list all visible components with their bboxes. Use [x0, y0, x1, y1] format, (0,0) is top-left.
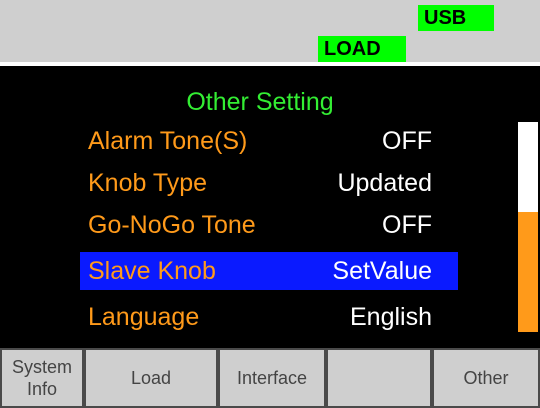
menu-item-label: Go-NoGo Tone [88, 211, 256, 239]
softkey-system-info[interactable]: System Info [0, 348, 84, 408]
settings-panel: Other Setting Alarm Tone(S) OFF Knob Typ… [0, 66, 540, 348]
load-badge: LOAD [318, 36, 406, 62]
softkey-load[interactable]: Load [84, 348, 218, 408]
softkey-label: Interface [236, 368, 308, 388]
softkey-label: System Info [11, 357, 72, 399]
menu-item-value: OFF [382, 211, 432, 239]
softkey-blank[interactable] [326, 348, 432, 408]
softkey-bar: System Info Load Interface Other [0, 348, 540, 408]
softkey-other[interactable]: Other [432, 348, 540, 408]
menu-item-value: Updated [337, 169, 432, 197]
status-bar: USB LOAD [0, 0, 540, 62]
menu-item-label: Slave Knob [88, 257, 216, 285]
softkey-label: Load [130, 368, 172, 388]
scroll-thumb[interactable] [518, 212, 538, 332]
menu-item-label: Language [88, 303, 200, 331]
menu-item-alarm-tone[interactable]: Alarm Tone(S) OFF [80, 122, 458, 160]
menu-item-go-nogo-tone[interactable]: Go-NoGo Tone OFF [80, 206, 458, 244]
menu-item-value: English [350, 303, 432, 331]
usb-badge: USB [418, 5, 494, 31]
menu-item-label: Knob Type [88, 169, 208, 197]
menu-item-value: SetValue [332, 257, 432, 285]
menu-item-language[interactable]: Language English [80, 298, 458, 336]
menu-item-slave-knob[interactable]: Slave Knob SetValue [80, 252, 458, 290]
menu-item-knob-type[interactable]: Knob Type Updated [80, 164, 458, 202]
menu-item-label: Alarm Tone(S) [88, 127, 248, 155]
menu-item-value: OFF [382, 127, 432, 155]
scrollbar[interactable] [518, 122, 538, 332]
softkey-label: Other [463, 368, 509, 388]
softkey-interface[interactable]: Interface [218, 348, 326, 408]
page-title: Other Setting [186, 88, 334, 116]
